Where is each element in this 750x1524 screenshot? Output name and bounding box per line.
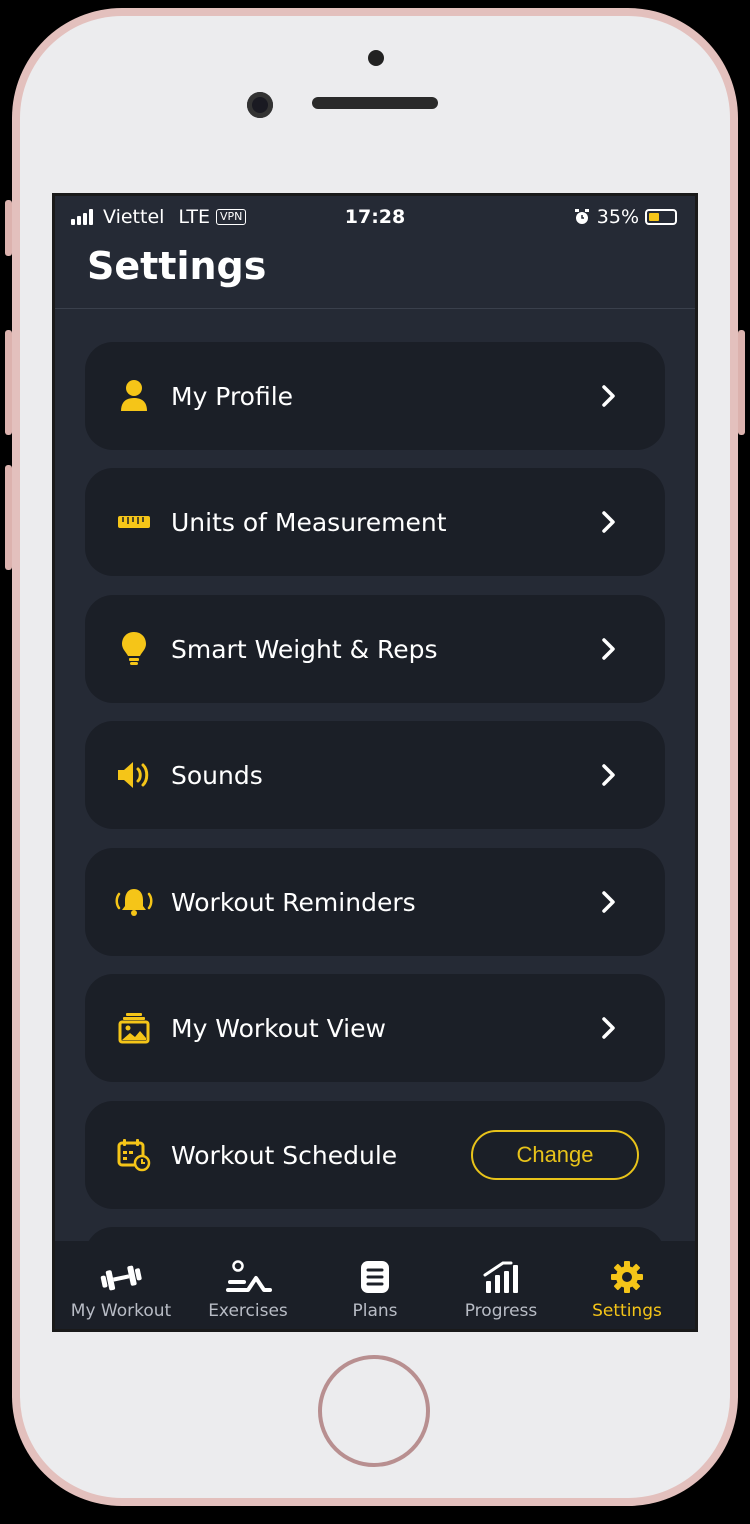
calendar-clock-icon — [105, 1138, 163, 1172]
tab-label: Settings — [592, 1301, 662, 1321]
settings-item-smart-weight[interactable]: Smart Weight & Reps — [85, 595, 665, 703]
speaker-icon — [105, 760, 163, 790]
tab-my-workout[interactable]: My Workout — [57, 1241, 185, 1329]
settings-item-label: Workout Reminders — [171, 887, 416, 917]
battery-percent: 35% — [596, 206, 639, 228]
settings-item-label: My Workout View — [171, 1013, 386, 1043]
ruler-icon — [105, 514, 163, 530]
tab-label: Progress — [464, 1301, 538, 1321]
chevron-right-icon — [589, 890, 629, 914]
page-title: Settings — [87, 244, 267, 288]
settings-item-workout-view[interactable]: My Workout View — [85, 974, 665, 1082]
side-button — [5, 465, 12, 570]
settings-item-label: Smart Weight & Reps — [171, 634, 438, 664]
settings-item-label: Sounds — [171, 760, 263, 790]
side-button — [738, 330, 745, 435]
earpiece-speaker — [312, 97, 438, 109]
header: Settings — [55, 238, 695, 309]
settings-item-my-profile[interactable]: My Profile — [85, 342, 665, 450]
tab-label: Plans — [352, 1301, 398, 1321]
settings-item-reminders[interactable]: Workout Reminders — [85, 848, 665, 956]
settings-item-sounds[interactable]: Sounds — [85, 721, 665, 829]
tab-settings[interactable]: Settings — [563, 1241, 691, 1329]
bell-icon — [105, 886, 163, 918]
image-icon — [105, 1012, 163, 1044]
app-screen: Viettel LTE VPN 17:28 35% Settings My Pr… — [55, 196, 695, 1329]
status-bar: Viettel LTE VPN 17:28 35% — [55, 196, 695, 238]
dumbbell-icon — [99, 1255, 143, 1299]
side-button — [5, 330, 12, 435]
settings-item-label: My Profile — [171, 381, 294, 411]
lightbulb-icon — [105, 631, 163, 667]
exercise-icon — [224, 1255, 272, 1299]
tab-plans[interactable]: Plans — [311, 1241, 439, 1329]
change-schedule-button[interactable]: Change — [471, 1130, 639, 1180]
chevron-right-icon — [589, 1016, 629, 1040]
person-icon — [105, 379, 163, 413]
side-button — [5, 200, 12, 256]
settings-item-units[interactable]: Units of Measurement — [85, 468, 665, 576]
settings-item-label: Workout Schedule — [171, 1140, 398, 1170]
camera-icon — [247, 92, 273, 118]
gear-icon — [610, 1255, 644, 1299]
chevron-right-icon — [589, 510, 629, 534]
document-icon — [360, 1255, 390, 1299]
alarm-icon — [574, 209, 589, 224]
chevron-right-icon — [589, 637, 629, 661]
tab-exercises[interactable]: Exercises — [184, 1241, 312, 1329]
tab-label: Exercises — [208, 1301, 288, 1321]
settings-item-partial[interactable] — [85, 1227, 665, 1241]
settings-list: My Profile Units of Measurement Smart We… — [55, 308, 695, 1241]
settings-item-label: Units of Measurement — [171, 507, 447, 537]
chevron-right-icon — [589, 763, 629, 787]
home-button[interactable] — [318, 1355, 430, 1467]
battery-icon — [645, 209, 677, 225]
tab-label: My Workout — [70, 1301, 172, 1321]
chart-icon — [483, 1255, 519, 1299]
chevron-right-icon — [589, 384, 629, 408]
tab-progress[interactable]: Progress — [437, 1241, 565, 1329]
tab-bar: My Workout Exercises Plans Progress Sett… — [55, 1241, 695, 1329]
proximity-sensor — [368, 50, 384, 66]
settings-item-workout-schedule: Workout Schedule Change — [85, 1101, 665, 1209]
